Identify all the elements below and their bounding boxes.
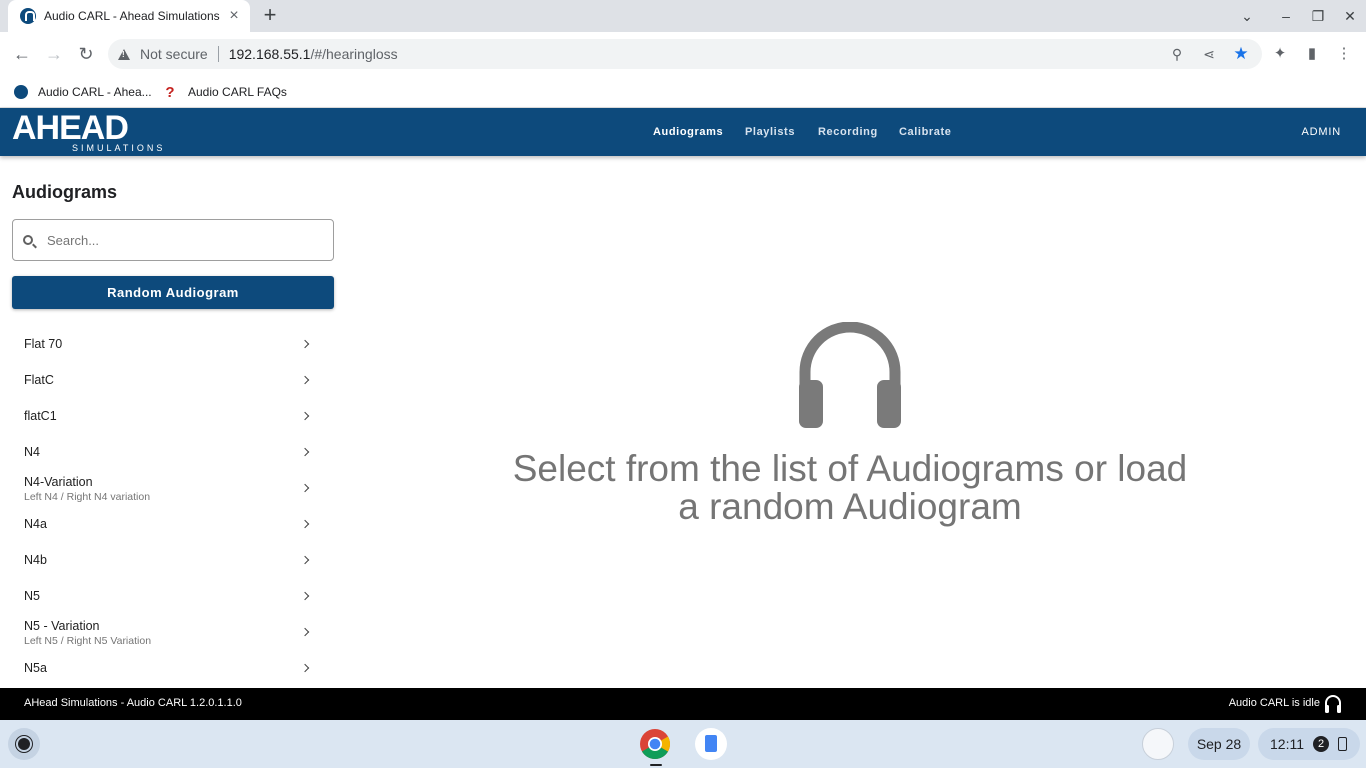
audiogram-sidebar: Audiograms Random Audiogram Flat 70 Flat… [0, 156, 346, 688]
item-label: N4-Variation [24, 475, 93, 489]
item-label: N5 - Variation [24, 619, 100, 633]
status-text: Audio CARL is idle [1228, 697, 1320, 709]
bookmarks-bar: Audio CARL - Ahea... ? Audio CARL FAQs [0, 76, 1366, 108]
address-bar[interactable]: Not secure 192.168.55.1/#/hearingloss ⚲ … [108, 39, 1262, 69]
close-window-icon[interactable]: ✕ [1340, 6, 1360, 26]
side-panel-icon[interactable]: ▮ [1302, 44, 1322, 64]
notification-badge: 2 [1313, 736, 1329, 752]
security-label[interactable]: Not secure [140, 46, 208, 62]
sidebar-title: Audiograms [12, 182, 118, 202]
tab-title: Audio CARL - Ahead Simulations [44, 9, 220, 23]
search-input[interactable] [45, 231, 309, 249]
chrome-app-icon[interactable] [639, 728, 671, 760]
item-label: N4b [24, 553, 47, 567]
item-label: Flat 70 [24, 337, 63, 351]
logo-subtext: SIMULATIONS [72, 143, 166, 153]
browser-tab[interactable]: Audio CARL - Ahead Simulations × [8, 0, 250, 32]
zoom-icon[interactable]: ⚲ [1168, 45, 1186, 63]
main-content: Select from the list of Audiograms or lo… [346, 156, 1366, 688]
app-header: AHEAD SIMULATIONS Audiograms Playlists R… [0, 108, 1366, 156]
bookmark-audio-carl[interactable]: Audio CARL - Ahea... [14, 82, 152, 102]
clock: 12:11 [1270, 736, 1304, 752]
extensions-icon[interactable]: ✦ [1270, 44, 1290, 64]
list-item[interactable]: N4 [0, 435, 346, 471]
item-description: Left N5 / Right N5 Variation [24, 635, 152, 647]
item-label: FlatC [24, 373, 54, 387]
reload-icon[interactable]: ↻ [74, 42, 98, 66]
headphones-icon [799, 322, 901, 428]
item-label: flatC1 [24, 409, 57, 423]
bookmark-label: Audio CARL FAQs [188, 85, 287, 99]
tab-search-icon[interactable]: ⌄ [1237, 6, 1257, 26]
os-shelf: Sep 28 12:11 2 [0, 720, 1366, 768]
chevron-right-icon [300, 663, 310, 673]
list-item[interactable]: FlatC [0, 363, 346, 399]
chevron-right-icon [300, 339, 310, 349]
warning-icon [118, 48, 130, 60]
chevron-right-icon [300, 591, 310, 601]
list-item[interactable]: N4-Variation Left N4 / Right N4 variatio… [0, 471, 346, 507]
headphones-icon [1325, 695, 1341, 713]
app-footer: AHead Simulations - Audio CARL 1.2.0.1.1… [0, 688, 1366, 720]
minimize-icon[interactable]: – [1276, 6, 1296, 26]
chevron-right-icon [300, 555, 310, 565]
launcher-icon[interactable] [8, 728, 40, 760]
bookmark-faqs[interactable]: ? Audio CARL FAQs [164, 82, 287, 102]
url-path: /#/hearingloss [310, 46, 398, 62]
chevron-right-icon [300, 411, 310, 421]
item-label: N4 [24, 445, 40, 459]
list-item[interactable]: N4b [0, 543, 346, 579]
nav-audiograms[interactable]: Audiograms [653, 108, 723, 156]
browser-tab-strip: Audio CARL - Ahead Simulations × + ⌄ – ❐… [0, 0, 1366, 32]
help-icon: ? [165, 83, 175, 101]
admin-menu[interactable]: ADMIN [1302, 108, 1341, 156]
nav-calibrate[interactable]: Calibrate [899, 108, 951, 156]
item-label: N5 [24, 589, 40, 603]
chevron-right-icon [300, 519, 310, 529]
back-icon[interactable]: ← [10, 42, 34, 66]
site-favicon-icon [14, 85, 28, 99]
restore-icon[interactable]: ❐ [1308, 6, 1328, 26]
list-item[interactable]: N4a [0, 507, 346, 543]
bookmark-star-icon[interactable]: ★ [1232, 45, 1250, 63]
url-host: 192.168.55.1 [228, 46, 311, 62]
item-description: Left N4 / Right N4 variation [24, 491, 151, 503]
avatar[interactable] [1142, 728, 1174, 760]
chevron-right-icon [300, 375, 310, 385]
list-item[interactable]: flatC1 [0, 399, 346, 435]
status-tray[interactable]: 12:11 2 [1258, 728, 1360, 760]
ahead-logo[interactable]: AHEAD SIMULATIONS [12, 109, 162, 154]
item-label: N5a [24, 661, 47, 675]
battery-icon [1338, 737, 1347, 751]
nav-recording[interactable]: Recording [818, 108, 878, 156]
forward-icon[interactable]: → [42, 42, 66, 66]
list-item[interactable]: N5 - Variation Left N5 / Right N5 Variat… [0, 615, 346, 651]
running-indicator [650, 764, 662, 766]
share-icon[interactable]: ⋖ [1200, 45, 1218, 63]
date-indicator[interactable]: Sep 28 [1188, 728, 1250, 760]
chevron-right-icon [300, 627, 310, 637]
docs-app-icon[interactable] [695, 728, 727, 760]
item-label: N4a [24, 517, 47, 531]
bookmark-label: Audio CARL - Ahea... [38, 85, 152, 99]
close-tab-icon[interactable]: × [226, 8, 242, 24]
chevron-right-icon [300, 483, 310, 493]
version-label: AHead Simulations - Audio CARL 1.2.0.1.1… [24, 697, 242, 709]
omnibox-divider [217, 46, 219, 62]
search-box[interactable] [12, 219, 334, 261]
list-item[interactable]: N5 [0, 579, 346, 615]
empty-state-message: Select from the list of Audiograms or lo… [512, 448, 1188, 527]
logo-text: AHEAD [12, 109, 129, 147]
more-menu-icon[interactable]: ⋮ [1334, 44, 1354, 64]
new-tab-icon[interactable]: + [259, 4, 281, 27]
chevron-right-icon [300, 447, 310, 457]
nav-playlists[interactable]: Playlists [745, 108, 795, 156]
site-favicon-icon [20, 8, 36, 24]
audiogram-list: Flat 70 FlatC flatC1 N4 N4-Variation Lef… [0, 327, 346, 687]
list-item[interactable]: Flat 70 [0, 327, 346, 363]
search-icon [23, 235, 33, 245]
list-item[interactable]: N5a [0, 651, 346, 687]
random-audiogram-button[interactable]: Random Audiogram [12, 276, 334, 309]
